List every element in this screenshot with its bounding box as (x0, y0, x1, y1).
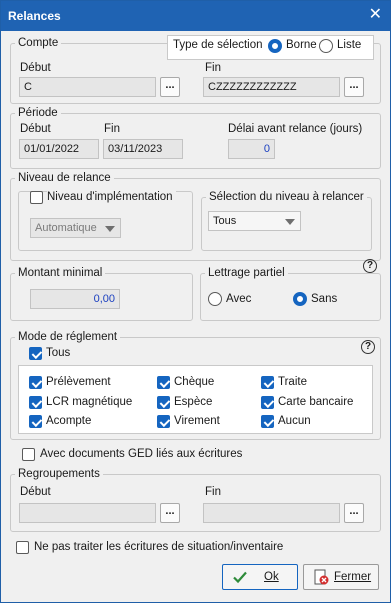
tous-label: Tous (46, 347, 71, 359)
mode-acompte-label: Acompte (46, 415, 92, 427)
compte-fin-label: Fin (205, 62, 221, 74)
sel-niveau-select[interactable]: Tous (208, 211, 301, 231)
ok-label: Ok (264, 571, 279, 583)
mode-carte-checkbox[interactable] (261, 396, 274, 409)
delai-field[interactable]: 0 (228, 139, 275, 159)
mode-cheque-label: Chèque (174, 376, 215, 388)
reglement-legend: Mode de réglement (18, 331, 118, 343)
sel-niveau-legend: Sélection du niveau à relancer (209, 191, 364, 203)
chevron-down-icon (285, 219, 295, 225)
radio-borne[interactable] (268, 39, 282, 53)
mode-virement-checkbox[interactable] (157, 415, 170, 428)
mode-prelevement-checkbox[interactable] (29, 376, 42, 389)
close-icon[interactable]: ✕ (369, 6, 382, 24)
radio-sans[interactable] (293, 292, 307, 306)
regroupements-fin-field[interactable] (203, 503, 340, 523)
tous-checkbox[interactable] (29, 347, 42, 360)
mode-carte-label: Carte bancaire (278, 396, 354, 408)
mode-aucun-label: Aucun (278, 415, 311, 427)
impl-select[interactable]: Automatique (30, 218, 121, 238)
periode-debut-field[interactable]: 01/01/2022 (19, 139, 99, 159)
regroupements-debut-label: Début (20, 486, 51, 498)
check-icon (233, 571, 247, 584)
impl-label: Niveau d'implémentation (47, 191, 176, 203)
radio-avec[interactable] (208, 292, 222, 306)
situation-label: Ne pas traiter les écritures de situatio… (34, 541, 284, 553)
window-title: Relances (8, 9, 61, 23)
compte-legend: Compte (18, 37, 59, 49)
radio-borne-label: Borne (286, 39, 317, 51)
periode-fin-field[interactable]: 03/11/2023 (103, 139, 183, 159)
regroupements-debut-field[interactable] (19, 503, 156, 523)
ged-checkbox[interactable] (22, 448, 35, 461)
regroupements-fin-browse-button[interactable]: ... (344, 503, 364, 523)
title-bar: Relances ✕ (1, 1, 390, 31)
radio-liste-label: Liste (337, 39, 362, 51)
sel-niveau-value: Tous (213, 215, 237, 227)
periode-fin-label: Fin (104, 123, 120, 135)
mode-acompte-checkbox[interactable] (29, 415, 42, 428)
relances-dialog: Relances ✕ Compte Type de sélection Born… (0, 0, 391, 603)
situation-checkbox[interactable] (16, 541, 29, 554)
radio-liste[interactable] (319, 39, 333, 53)
compte-fin-field[interactable]: CZZZZZZZZZZZZ (203, 77, 340, 97)
niveau-legend: Niveau de relance (18, 172, 111, 184)
selection-type-label: Type de sélection (173, 39, 263, 51)
impl-select-value: Automatique (35, 222, 97, 234)
mode-traite-label: Traite (278, 376, 307, 388)
exit-icon (314, 569, 329, 585)
compte-debut-label: Début (20, 62, 51, 74)
periode-group: Période (10, 107, 381, 169)
mode-traite-checkbox[interactable] (261, 376, 274, 389)
regroupements-debut-browse-button[interactable]: ... (160, 503, 180, 523)
mode-espece-checkbox[interactable] (157, 396, 170, 409)
delai-label: Délai avant relance (jours) (228, 123, 363, 135)
montant-field[interactable]: 0,00 (30, 289, 120, 309)
periode-legend: Période (18, 107, 58, 119)
impl-checkbox[interactable] (30, 191, 43, 204)
fermer-label: Fermer (334, 571, 372, 583)
ok-button[interactable]: Ok (222, 564, 298, 590)
mode-aucun-checkbox[interactable] (261, 415, 274, 428)
mode-lcr-label: LCR magnétique (46, 396, 133, 408)
regroupements-fin-label: Fin (205, 486, 221, 498)
lettrage-legend: Lettrage partiel (208, 267, 285, 279)
chevron-down-icon (105, 226, 115, 232)
fermer-button[interactable]: Fermer (303, 564, 379, 590)
compte-fin-browse-button[interactable]: ... (344, 77, 364, 97)
mode-lcr-checkbox[interactable] (29, 396, 42, 409)
radio-sans-label: Sans (311, 293, 338, 305)
mode-espece-label: Espèce (174, 396, 213, 408)
radio-avec-label: Avec (226, 293, 252, 305)
compte-debut-browse-button[interactable]: ... (160, 77, 180, 97)
compte-debut-field[interactable]: C (19, 77, 156, 97)
mode-virement-label: Virement (174, 415, 220, 427)
mode-prelevement-label: Prélèvement (46, 376, 111, 388)
periode-debut-label: Début (20, 123, 51, 135)
montant-legend: Montant minimal (18, 267, 103, 279)
mode-cheque-checkbox[interactable] (157, 376, 170, 389)
reglement-help-icon[interactable]: ? (361, 340, 375, 354)
regroupements-legend: Regroupements (18, 468, 100, 480)
ged-label: Avec documents GED liés aux écritures (40, 448, 243, 460)
